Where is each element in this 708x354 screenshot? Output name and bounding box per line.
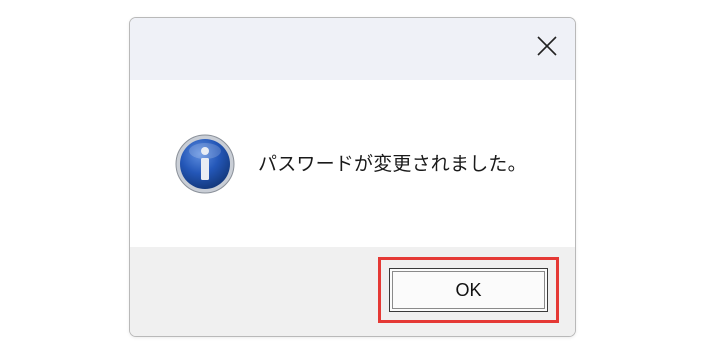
dialog-content: パスワードが変更されました。 bbox=[130, 80, 575, 247]
ok-button-highlight: OK bbox=[378, 257, 559, 323]
dialog-message: パスワードが変更されました。 bbox=[258, 153, 527, 175]
dialog-footer: OK bbox=[130, 247, 575, 336]
ok-button[interactable]: OK bbox=[389, 268, 548, 312]
dialog-titlebar bbox=[130, 18, 575, 80]
information-icon bbox=[174, 133, 236, 195]
message-dialog: パスワードが変更されました。 OK bbox=[129, 17, 576, 337]
close-icon bbox=[536, 35, 558, 61]
close-button[interactable] bbox=[525, 26, 569, 70]
